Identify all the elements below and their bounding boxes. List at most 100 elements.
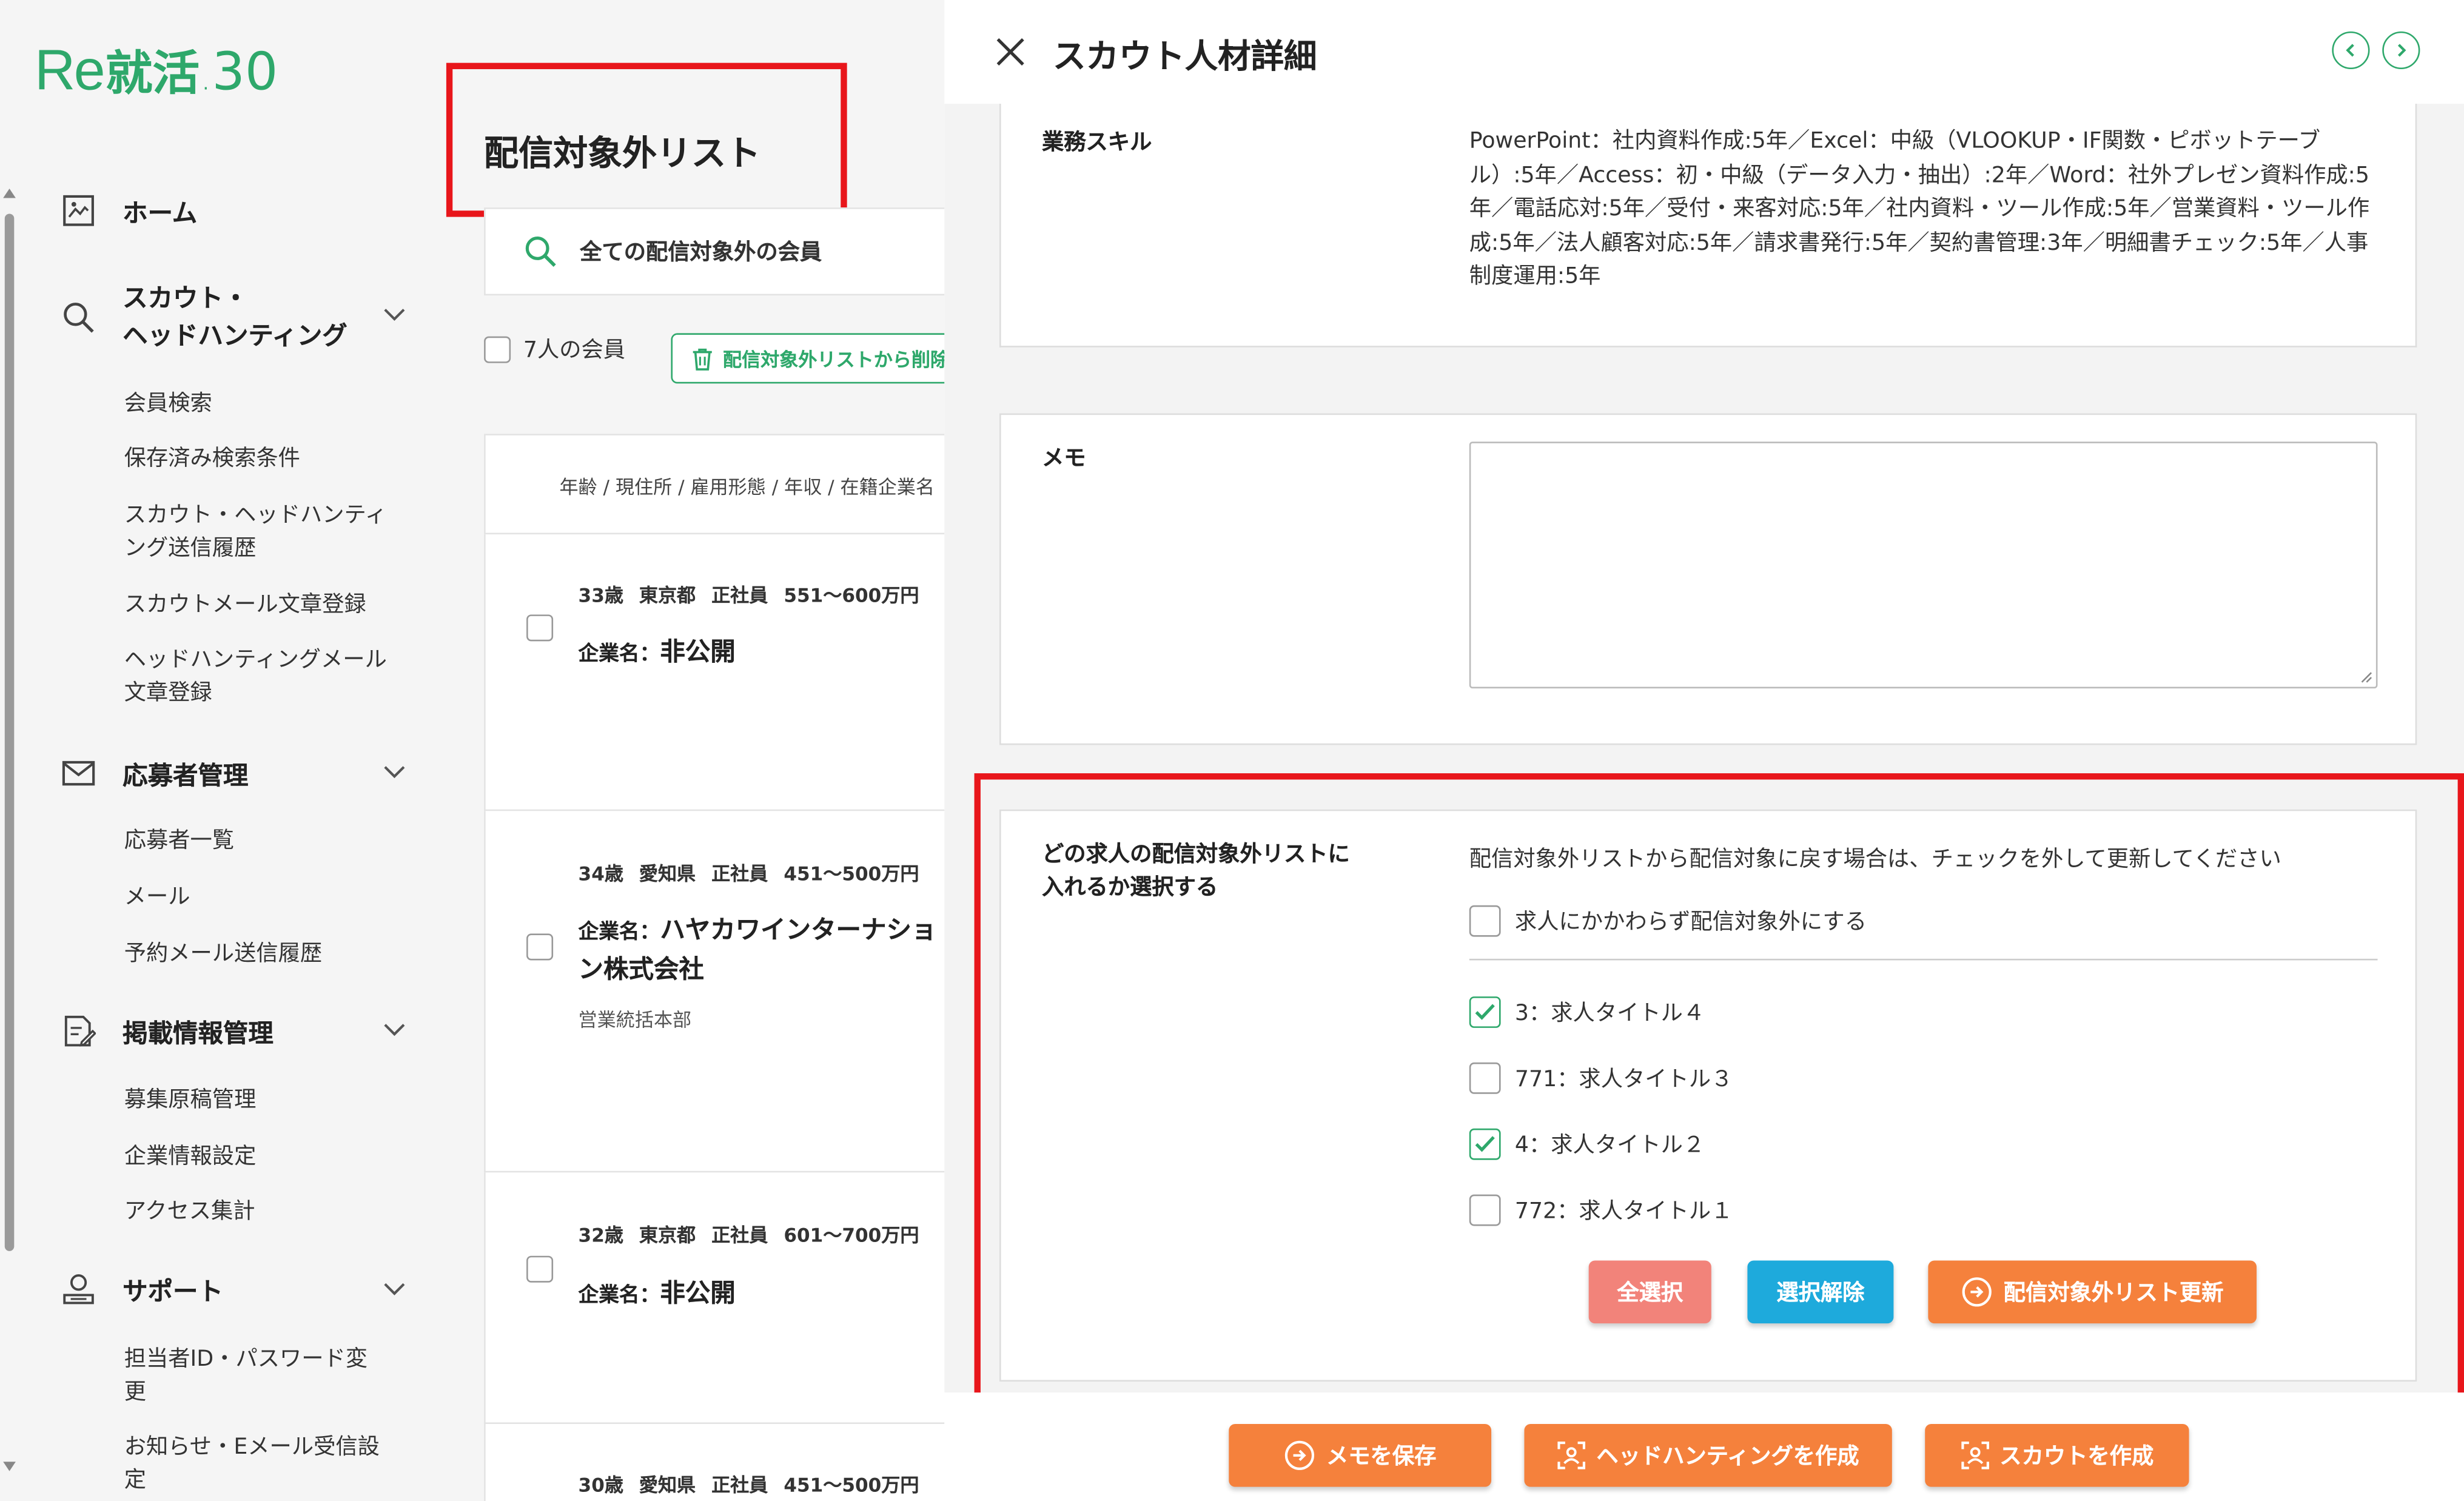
member-checkbox[interactable] (526, 614, 554, 642)
save-memo-button[interactable]: メモを保存 (1229, 1423, 1492, 1487)
list-item[interactable]: 30歳 愛知県 正社員 451〜500万円 (484, 1423, 956, 1501)
create-headhunting-button[interactable]: ヘッドハンティングを作成 (1524, 1423, 1892, 1487)
skills-label: 業務スキル (1041, 130, 1152, 156)
sidebar-subitem-mail[interactable]: メール (124, 882, 399, 915)
arrow-circle-right-icon (1284, 1440, 1315, 1470)
sidebar-subitem-company-settings[interactable]: 企業情報設定 (124, 1141, 399, 1174)
remove-from-list-button[interactable]: 配信対象外リストから削除 (671, 333, 970, 384)
sidebar-item-label: サポート (123, 1276, 223, 1306)
highlight-box-job-selection (974, 773, 2464, 1428)
brand-logo[interactable]: Re 就活 . 30 (35, 35, 278, 104)
search-icon (525, 237, 556, 267)
member-company: 企業名：非公開 (579, 633, 956, 673)
filter-label: 全ての配信対象外の会員 (580, 240, 822, 266)
member-meta: 34歳 愛知県 正社員 451〜500万円 (579, 860, 935, 887)
member-count: 7人の会員 (523, 338, 626, 363)
home-icon (59, 192, 97, 229)
company-name: 非公開 (660, 636, 736, 667)
user-scan-icon (1961, 1442, 1989, 1469)
create-scout-label: スカウトを作成 (1999, 1444, 2154, 1470)
memo-label: メモ (1041, 446, 1086, 472)
all-excluded-members-filter[interactable]: 全ての配信対象外の会員 (484, 207, 956, 296)
sidebar-subitem-job-posting[interactable]: 募集原稿管理 (124, 1084, 399, 1117)
scroll-up-arrow[interactable] (3, 188, 16, 198)
sidebar-item-listing[interactable]: 掲載情報管理 (59, 1012, 274, 1050)
list-item[interactable]: 33歳 東京都 正社員 551〜600万円 企業名：非公開 (484, 534, 956, 811)
edit-document-icon (59, 1012, 97, 1050)
chevron-right-icon (2398, 44, 2406, 57)
memo-textarea[interactable] (1469, 442, 2378, 689)
mail-icon (59, 754, 97, 792)
sidebar-subitem-account[interactable]: 担当者ID・パスワード変更 (124, 1344, 388, 1410)
sidebar-subitem-scout-history[interactable]: スカウト・ヘッドハンティング送信履歴 (124, 500, 392, 566)
sidebar-item-support[interactable]: サポート (59, 1270, 223, 1308)
sidebar-item-applicant[interactable]: 応募者管理 (59, 754, 248, 792)
search-icon (59, 298, 97, 336)
company-name: 非公開 (660, 1277, 736, 1308)
sidebar-subitem-reserved-mail[interactable]: 予約メール送信履歴 (124, 938, 399, 971)
member-age: 30歳 (578, 1474, 623, 1497)
member-employment: 正社員 (711, 585, 768, 607)
member-count-row: 7人の会員 (484, 333, 625, 364)
sidebar-subitem-member-search[interactable]: 会員検索 (124, 388, 399, 421)
sidebar-scrollbar[interactable] (4, 213, 15, 1251)
list-item[interactable]: 32歳 東京都 正社員 601〜700万円 企業名：非公開 (484, 1172, 956, 1424)
member-salary: 451〜500万円 (784, 862, 919, 885)
company-label: 企業名： (578, 642, 660, 667)
create-headhunting-label: ヘッドハンティングを作成 (1596, 1444, 1859, 1470)
sidebar-item-home[interactable]: ホーム (59, 192, 197, 229)
support-icon (59, 1270, 97, 1308)
member-company: 企業名：非公開 (579, 1275, 956, 1314)
select-all-members-checkbox[interactable] (484, 335, 511, 363)
scroll-down-arrow[interactable] (3, 1462, 16, 1471)
member-meta: 33歳 東京都 正社員 551〜600万円 (579, 582, 935, 608)
sidebar-subitem-headhunt-mail[interactable]: ヘッドハンティングメール文章登録 (124, 645, 392, 711)
logo-num: 30 (212, 41, 278, 102)
sidebar-subitem-saved-search[interactable]: 保存済み検索条件 (124, 443, 399, 476)
member-age: 34歳 (578, 862, 623, 885)
member-employment: 正社員 (711, 1224, 768, 1247)
chevron-down-icon[interactable] (382, 302, 407, 327)
chevron-down-icon[interactable] (382, 1017, 407, 1042)
member-salary: 451〜500万円 (784, 1474, 919, 1497)
sidebar-item-label: 応募者管理 (123, 761, 249, 791)
member-salary: 551〜600万円 (784, 585, 919, 607)
member-salary: 601〜700万円 (784, 1224, 919, 1247)
sidebar-subitem-access-stats[interactable]: アクセス集計 (124, 1196, 399, 1229)
company-label: 企業名： (578, 1284, 660, 1308)
create-scout-button[interactable]: スカウトを作成 (1925, 1423, 2189, 1487)
logo-dot: . (203, 72, 209, 95)
member-employment: 正社員 (711, 1474, 768, 1497)
list-column-header: 年齢 / 現住所 / 雇用形態 / 年収 / 在籍企業名 (484, 434, 956, 535)
sidebar-subitem-scout-mail[interactable]: スカウトメール文章登録 (124, 589, 399, 622)
next-member-button[interactable] (2382, 31, 2420, 70)
sidebar-subitem-notice-settings[interactable]: お知らせ・Eメール受信設定 (124, 1432, 399, 1498)
sidebar-item-scout[interactable]: スカウト・ ヘッドハンティング (59, 280, 347, 355)
user-scan-icon (1557, 1442, 1585, 1469)
highlight-box-title (446, 62, 847, 217)
chevron-down-icon[interactable] (382, 1276, 407, 1301)
app-root: Re 就活 . 30 ホーム スカウト・ ヘッドハンティング 会員検索 保存済み… (0, 0, 2464, 1501)
close-icon[interactable] (993, 35, 1028, 69)
skills-card: 業務スキル PowerPoint：社内資料作成:5年／Excel：中級（VLOO… (999, 104, 2417, 348)
list-item[interactable]: 34歳 愛知県 正社員 451〜500万円 企業名：ハヤカワインターナショ ン株式会社… (484, 811, 956, 1173)
member-checkbox[interactable] (526, 1255, 554, 1283)
chevron-down-icon[interactable] (382, 759, 407, 784)
sidebar-item-label: 掲載情報管理 (123, 1018, 274, 1049)
member-checkbox[interactable] (526, 933, 554, 961)
skills-text: PowerPoint：社内資料作成:5年／Excel：中級（VLOOKUP・IF… (1469, 129, 2370, 289)
logo-re: Re (35, 38, 106, 102)
member-meta: 30歳 愛知県 正社員 451〜500万円 (579, 1471, 935, 1498)
memo-card: メモ (999, 413, 2417, 745)
save-memo-label: メモを保存 (1326, 1444, 1437, 1470)
prev-member-button[interactable] (2332, 31, 2370, 70)
member-company: 企業名：ハヤカワインターナショ ン株式会社 (579, 912, 956, 987)
resize-handle-icon[interactable] (2360, 671, 2373, 684)
logo-main: 就活 (105, 47, 200, 102)
member-age: 32歳 (578, 1224, 623, 1247)
sidebar-subitem-applicant-list[interactable]: 応募者一覧 (124, 825, 399, 858)
member-pref: 東京都 (639, 1224, 696, 1247)
scout-label-line2: ヘッドハンティング (123, 320, 347, 351)
sidebar: Re 就活 . 30 ホーム スカウト・ ヘッドハンティング 会員検索 保存済み… (0, 0, 448, 1501)
member-pref: 愛知県 (639, 862, 696, 885)
